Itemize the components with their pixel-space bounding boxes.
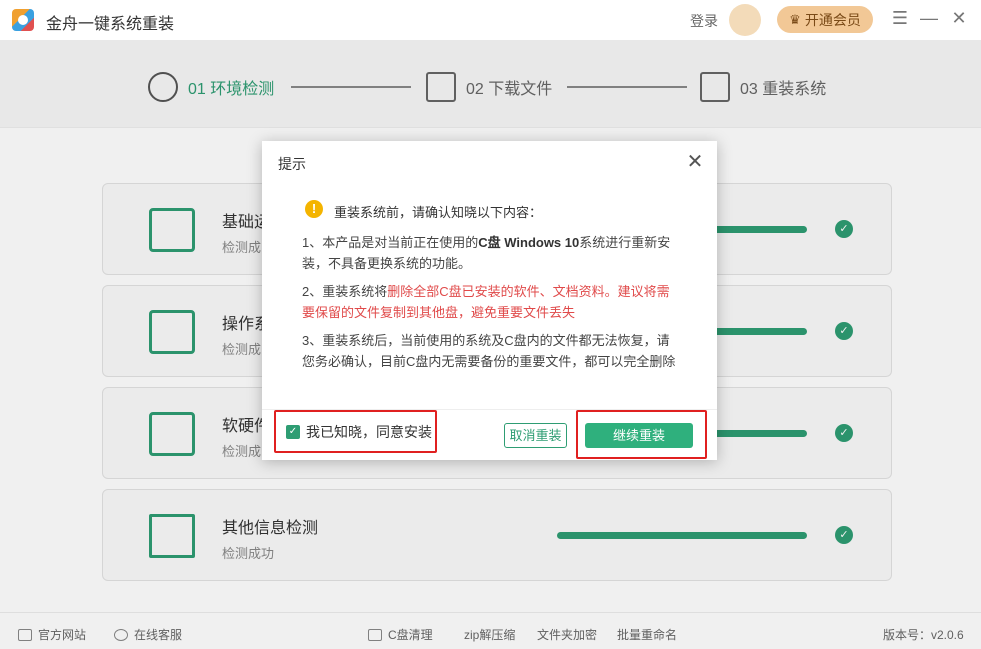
tool-label: zip解压缩: [464, 628, 516, 642]
tool-label: 批量重命名: [617, 628, 678, 642]
check-success-icon: ✓: [835, 526, 853, 544]
notice-highlight: C盘 Windows 10: [478, 235, 580, 250]
warning-icon: !: [305, 200, 323, 218]
check-status: 检测成: [222, 240, 262, 255]
cancel-reinstall-button[interactable]: 取消重装: [504, 423, 567, 448]
check-name: 其他信息检测: [222, 520, 319, 537]
gauge-icon: [148, 72, 178, 102]
version-label: 版本号：v2.0.6: [883, 626, 964, 643]
step-1: 01 环境检测: [148, 72, 274, 102]
login-link[interactable]: 登录: [690, 11, 718, 31]
step-3-label: 03 重装系统: [740, 81, 827, 98]
official-site-label: 官方网站: [38, 628, 87, 642]
document-icon: [149, 514, 195, 558]
step-2-label: 02 下载文件: [466, 81, 553, 98]
check-success-icon: ✓: [835, 424, 853, 442]
download-icon: [426, 72, 456, 102]
online-service-label: 在线客服: [134, 628, 183, 642]
crown-icon: ♛: [789, 11, 801, 27]
app-title: 金舟一键系统重装: [46, 16, 175, 33]
tool-folder-encrypt[interactable]: 文件夹加密: [537, 626, 597, 643]
megaphone-icon: [368, 628, 382, 641]
footer: 官方网站 在线客服 C盘清理 zip解压缩 文件夹加密 批量重命名 版本号：v2…: [0, 612, 981, 649]
dialog-close-icon[interactable]: ✕: [685, 149, 705, 174]
title-bar: 金舟一键系统重装 登录 ♛ 开通会员 ☰ — ✕: [0, 0, 981, 40]
version-text: 版本号：v2.0.6: [883, 628, 964, 642]
notice-item-2: 2、重装系统将删除全部C盘已安装的软件、文档资料。建议将需要保留的文件复制到其他…: [302, 281, 682, 323]
check-status: 检测成功: [222, 546, 275, 561]
menu-icon[interactable]: ☰: [890, 8, 910, 29]
check-success-icon: ✓: [835, 322, 853, 340]
check-status: 检测成: [222, 342, 262, 357]
reinstall-icon: [700, 72, 730, 102]
monitor-icon: [18, 628, 32, 641]
headset-icon: [114, 628, 128, 641]
step-1-label: 01 环境检测: [188, 81, 275, 98]
continue-reinstall-button[interactable]: 继续重装: [585, 423, 693, 448]
step-3: 03 重装系统: [700, 72, 826, 102]
check-status: 检测成: [222, 444, 262, 459]
step-2: 02 下载文件: [426, 72, 552, 102]
app-logo: [12, 9, 34, 31]
dialog-title: 提示: [278, 156, 306, 172]
step-divider: [291, 86, 411, 88]
grid-icon: [149, 310, 195, 354]
online-service-link[interactable]: 在线客服: [114, 626, 182, 643]
notice-text: 2、重装系统将: [302, 284, 388, 299]
tool-zip[interactable]: zip解压缩: [464, 626, 515, 643]
notice-item-3: 3、重装系统后，当前使用的系统及C盘内的文件都无法恢复，请您务必确认，目前C盘内…: [302, 333, 676, 369]
checkbox-checked-icon[interactable]: ✓: [286, 424, 300, 439]
notice-text: 1、本产品是对当前正在使用的: [302, 235, 479, 250]
agree-label: 我已知晓，同意安装: [306, 423, 432, 440]
tool-batch-rename[interactable]: 批量重命名: [617, 626, 677, 643]
official-site-link[interactable]: 官方网站: [18, 626, 86, 643]
step-divider: [567, 86, 687, 88]
agree-checkbox[interactable]: ✓ 我已知晓，同意安装: [274, 410, 437, 453]
tool-c-clean[interactable]: C盘清理: [368, 626, 433, 643]
vip-button-label: 开通会员: [804, 11, 861, 28]
code-icon: [149, 412, 195, 456]
check-success-icon: ✓: [835, 220, 853, 238]
step-indicator: 01 环境检测 02 下载文件 03 重装系统: [0, 40, 981, 128]
continue-highlight-box: 继续重装: [576, 410, 707, 459]
dialog-footer: ✓ 我已知晓，同意安装 取消重装 继续重装: [262, 409, 717, 460]
notice-item-1: 1、本产品是对当前正在使用的C盘 Windows 10系统进行重新安装，不具备更…: [302, 232, 682, 274]
close-icon[interactable]: ✕: [949, 8, 969, 29]
vip-button[interactable]: ♛ 开通会员: [777, 6, 873, 33]
dialog-intro: 重装系统前，请确认知晓以下内容：: [334, 205, 543, 220]
minimize-icon[interactable]: —: [919, 8, 939, 29]
laptop-icon: [149, 208, 195, 252]
progress-bar: [557, 532, 807, 539]
check-card-other: 其他信息检测 检测成功 ✓: [102, 489, 892, 581]
avatar[interactable]: [729, 4, 761, 36]
tool-label: C盘清理: [388, 628, 433, 642]
tool-label: 文件夹加密: [537, 628, 598, 642]
confirm-dialog: 提示 ✕ ! 重装系统前，请确认知晓以下内容： 1、本产品是对当前正在使用的C盘…: [262, 141, 717, 460]
